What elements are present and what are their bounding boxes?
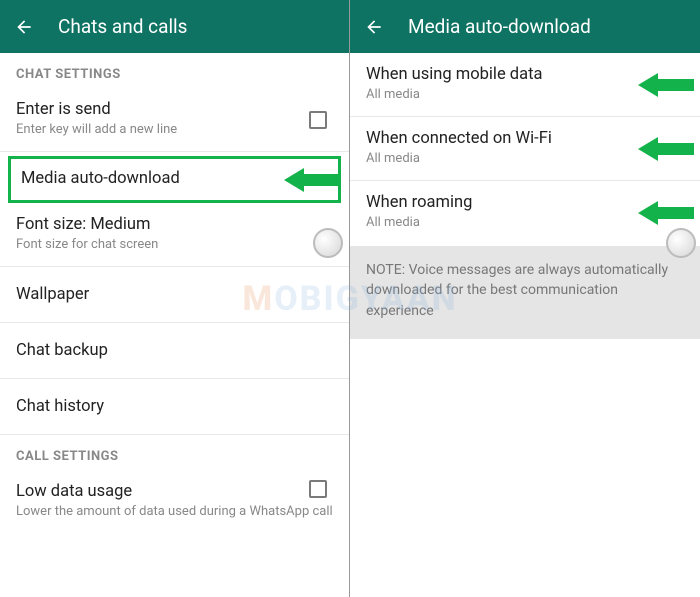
annotation-arrow-icon bbox=[638, 135, 694, 163]
item-title: Font size: Medium bbox=[16, 215, 333, 234]
appbar-title: Chats and calls bbox=[58, 15, 187, 38]
setting-wifi[interactable]: When connected on Wi-Fi All media bbox=[350, 117, 700, 181]
item-title: Chat backup bbox=[16, 341, 333, 360]
back-arrow-icon[interactable] bbox=[364, 17, 384, 37]
section-header-call: CALL SETTINGS bbox=[0, 435, 349, 470]
setting-mobile-data[interactable]: When using mobile data All media bbox=[350, 53, 700, 117]
appbar-title: Media auto-download bbox=[408, 15, 591, 38]
annotation-arrow-icon bbox=[284, 166, 340, 194]
item-title: When connected on Wi-Fi bbox=[366, 129, 684, 148]
item-title: When roaming bbox=[366, 193, 684, 212]
item-title: Wallpaper bbox=[16, 285, 333, 304]
appbar: Chats and calls bbox=[0, 0, 349, 53]
setting-low-data-usage[interactable]: Low data usage Lower the amount of data … bbox=[0, 470, 349, 533]
checkbox-icon[interactable] bbox=[309, 111, 327, 129]
annotation-arrow-icon bbox=[638, 71, 694, 99]
assistive-touch-icon[interactable] bbox=[313, 228, 343, 258]
setting-roaming[interactable]: When roaming All media bbox=[350, 181, 700, 244]
setting-chat-history[interactable]: Chat history bbox=[0, 379, 349, 435]
item-subtitle: All media bbox=[366, 215, 684, 230]
annotation-arrow-icon bbox=[638, 199, 694, 227]
assistive-touch-icon[interactable] bbox=[666, 228, 696, 258]
item-title: Media auto-download bbox=[21, 169, 328, 188]
chats-and-calls-screen: Chats and calls CHAT SETTINGS Enter is s… bbox=[0, 0, 350, 597]
item-subtitle: Lower the amount of data used during a W… bbox=[16, 504, 333, 519]
setting-chat-backup[interactable]: Chat backup bbox=[0, 323, 349, 379]
back-arrow-icon[interactable] bbox=[14, 17, 34, 37]
item-title: Chat history bbox=[16, 397, 333, 416]
item-title: Low data usage bbox=[16, 482, 333, 501]
item-subtitle: All media bbox=[366, 87, 684, 102]
appbar: Media auto-download bbox=[350, 0, 700, 53]
item-title: Enter is send bbox=[16, 100, 333, 119]
section-header-chat: CHAT SETTINGS bbox=[0, 53, 349, 88]
setting-media-auto-download[interactable]: Media auto-download bbox=[8, 156, 341, 203]
item-subtitle: Enter key will add a new line bbox=[16, 122, 333, 137]
note-text: NOTE: Voice messages are always automati… bbox=[350, 246, 700, 339]
setting-enter-is-send[interactable]: Enter is send Enter key will add a new l… bbox=[0, 88, 349, 152]
media-auto-download-screen: Media auto-download When using mobile da… bbox=[350, 0, 700, 597]
setting-font-size[interactable]: Font size: Medium Font size for chat scr… bbox=[0, 203, 349, 267]
item-title: When using mobile data bbox=[366, 65, 684, 84]
item-subtitle: All media bbox=[366, 151, 684, 166]
setting-wallpaper[interactable]: Wallpaper bbox=[0, 267, 349, 323]
checkbox-icon[interactable] bbox=[309, 480, 327, 498]
item-subtitle: Font size for chat screen bbox=[16, 237, 333, 252]
